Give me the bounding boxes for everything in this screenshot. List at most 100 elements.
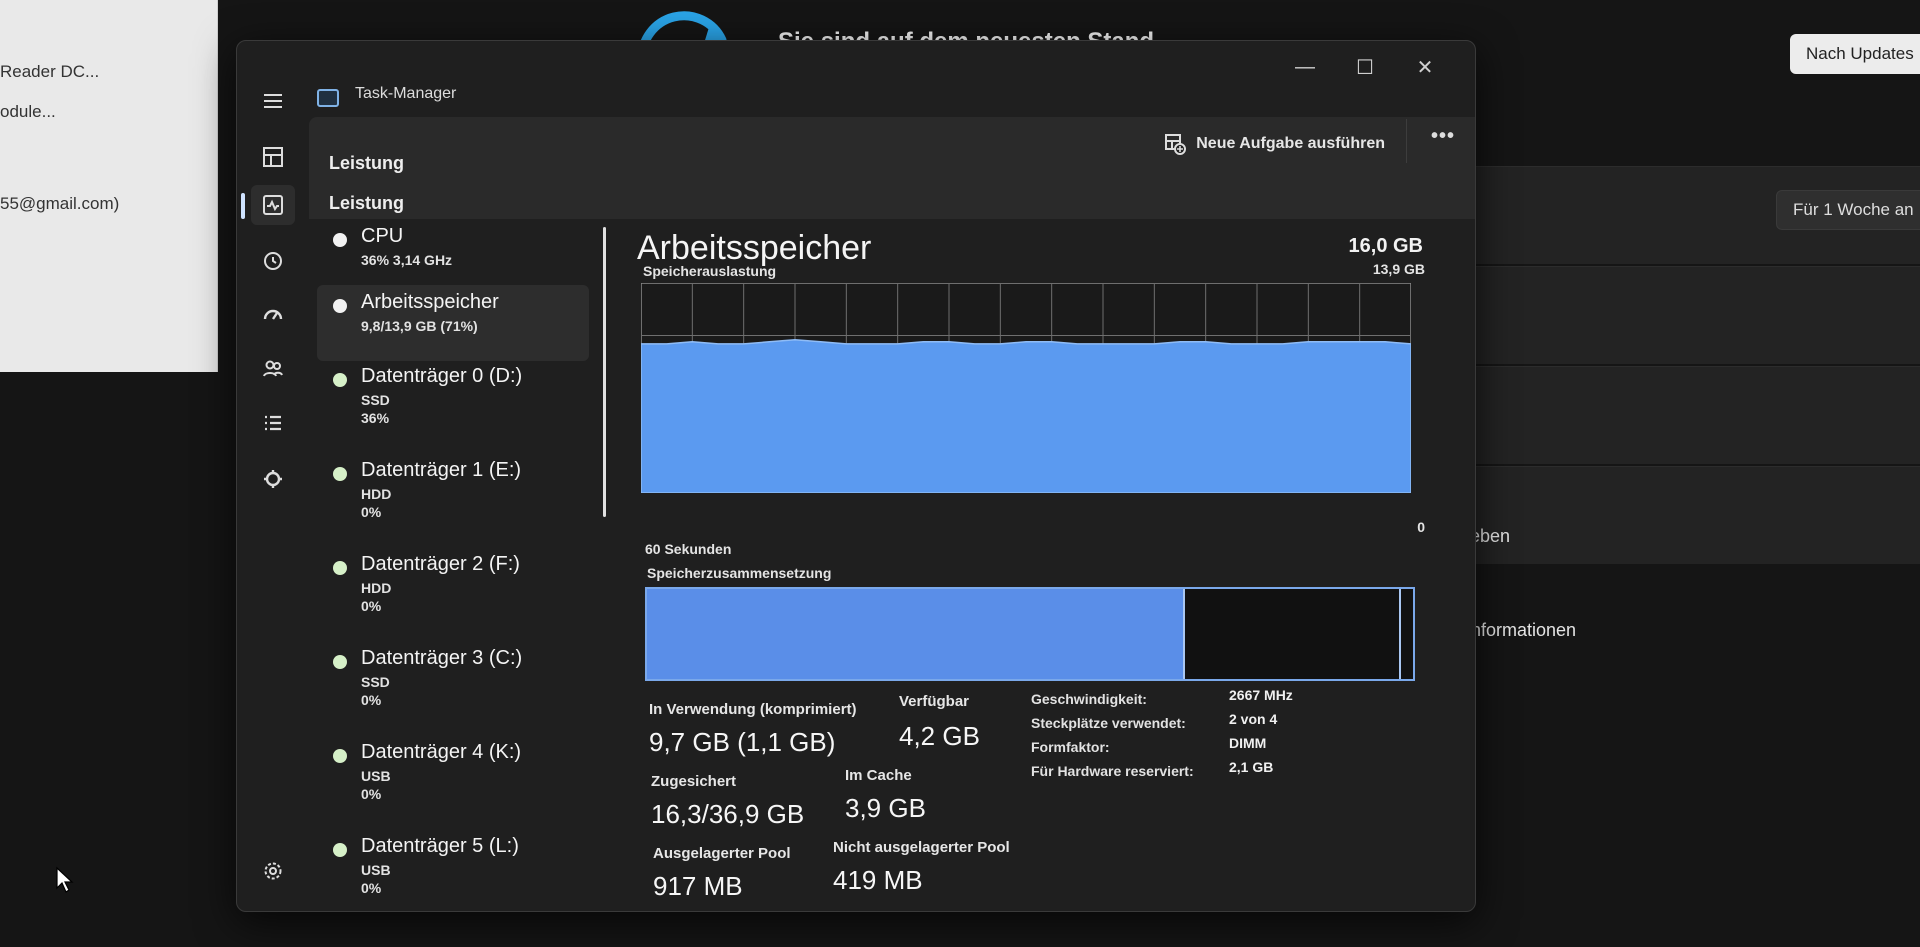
nonpaged-pool-label: Nicht ausgelagerter Pool [833, 839, 1010, 856]
device-name: Datenträger 5 (L:) [361, 835, 519, 857]
composition-divider [1399, 589, 1402, 679]
device-type: SSD [361, 392, 390, 408]
paged-pool-value: 917 MB [653, 871, 743, 901]
in-use-label: In Verwendung (komprimiert) [649, 701, 857, 718]
composition-in-use-segment [647, 589, 1184, 679]
device-status-dot [333, 299, 347, 313]
app-history-icon[interactable] [251, 241, 295, 281]
device-name: CPU [361, 225, 404, 247]
chart-time-label: 60 Sekunden [645, 541, 732, 557]
device-type: USB [361, 862, 391, 878]
committed-value: 16,3/36,9 GB [651, 799, 805, 829]
device-name: Datenträger 1 (E:) [361, 459, 522, 481]
device-item-disk-0[interactable]: Datenträger 0 (D:) SSD 36% [317, 359, 589, 435]
details-icon[interactable] [251, 403, 295, 443]
device-detail: SSD 0% [361, 673, 390, 709]
background-text: 55@gmail.com) [0, 194, 120, 213]
page-title: Leistung [329, 193, 404, 213]
pause-updates-button[interactable]: Für 1 Woche an [1776, 190, 1920, 230]
device-usage: 0% [361, 786, 382, 802]
device-usage: 0% [361, 880, 382, 896]
more-options-button[interactable]: ••• [1431, 125, 1455, 148]
memory-total: 16,0 GB [1348, 235, 1423, 257]
device-status-dot [333, 561, 347, 575]
device-type: HDD [361, 580, 392, 596]
device-detail: HDD 0% [361, 579, 391, 615]
device-type: SSD [361, 674, 390, 690]
maximize-button[interactable]: ☐ [1337, 45, 1393, 89]
check-updates-button[interactable]: Nach Updates [1790, 34, 1920, 74]
window-title: Task-Manager [355, 85, 457, 102]
paged-pool-label: Ausgelagerter Pool [653, 845, 791, 862]
run-new-task-button[interactable]: Neue Aufgabe ausführen [1164, 127, 1385, 161]
processes-icon[interactable] [251, 137, 295, 177]
device-item-cpu[interactable]: CPU 36% 3,14 GHz [317, 219, 589, 295]
device-usage: 36% [361, 410, 390, 426]
device-usage: 0% [361, 504, 382, 520]
device-detail: 36% 3,14 GHz [361, 252, 453, 268]
performance-icon[interactable] [251, 185, 295, 225]
device-list-scrollbar[interactable] [603, 227, 606, 517]
property-label: Für Hardware reserviert: [1031, 763, 1194, 779]
property-label: Formfaktor: [1031, 739, 1110, 755]
run-new-task-label: Neue Aufgabe ausführen [1196, 135, 1385, 152]
hamburger-menu-icon[interactable] [251, 81, 295, 121]
memory-composition-bar [645, 587, 1415, 681]
available-label: Verfügbar [899, 693, 970, 710]
header-separator [1406, 119, 1407, 163]
device-name: Datenträger 0 (D:) [361, 365, 523, 387]
startup-apps-icon[interactable] [251, 295, 295, 335]
property-value: DIMM [1229, 735, 1267, 751]
nonpaged-pool-value: 419 MB [833, 865, 923, 895]
device-detail: HDD 0% [361, 485, 391, 521]
mouse-cursor-icon [56, 866, 74, 893]
committed-label: Zugesichert [651, 773, 737, 790]
users-icon[interactable] [251, 349, 295, 389]
usage-chart-max-label: 13,9 GB [1372, 261, 1425, 277]
property-value: 2,1 GB [1229, 759, 1274, 775]
minimize-button[interactable]: — [1277, 45, 1333, 89]
settings-gear-icon[interactable] [251, 851, 295, 891]
composition-label: Speicherzusammensetzung [647, 565, 832, 581]
property-label: Steckplätze verwendet: [1031, 715, 1186, 731]
device-item-disk-1[interactable]: Datenträger 1 (E:) HDD 0% [317, 453, 589, 529]
cached-value: 3,9 GB [845, 793, 926, 823]
device-status-dot [333, 373, 347, 387]
device-detail: USB 0% [361, 861, 391, 897]
performance-device-list: CPU 36% 3,14 GHz Arbeitsspeicher 9,8/13,… [317, 219, 597, 911]
device-detail: 9,8/13,9 GB (71%) [361, 318, 478, 334]
property-label: Geschwindigkeit: [1031, 691, 1147, 707]
device-item-disk-4[interactable]: Datenträger 4 (K:) USB 0% [317, 735, 589, 811]
device-name: Arbeitsspeicher [361, 291, 499, 313]
background-settings-row [1476, 366, 1920, 464]
device-item-disk-5[interactable]: Datenträger 5 (L:) USB 0% [317, 829, 589, 905]
device-name: Datenträger 3 (C:) [361, 647, 523, 669]
device-usage: 0% [361, 598, 382, 614]
services-icon[interactable] [251, 459, 295, 499]
new-task-icon [1165, 134, 1187, 155]
close-button[interactable]: ✕ [1397, 45, 1453, 89]
device-item-disk-3[interactable]: Datenträger 3 (C:) SSD 0% [317, 641, 589, 717]
device-item-disk-2[interactable]: Datenträger 2 (F:) HDD 0% [317, 547, 589, 623]
navigation-rail [237, 41, 309, 911]
background-row-text: Informationen [1466, 620, 1577, 640]
background-text: Reader DC... [0, 62, 100, 81]
property-value: 2 von 4 [1229, 711, 1278, 727]
device-status-dot [333, 655, 347, 669]
memory-usage-chart [641, 283, 1411, 493]
background-left-panel: Reader DC... odule... 55@gmail.com) [0, 0, 218, 372]
composition-divider [1183, 589, 1186, 679]
chart-min-label: 0 [1417, 519, 1425, 535]
device-item-memory[interactable]: Arbeitsspeicher 9,8/13,9 GB (71%) [317, 285, 589, 361]
property-value: 2667 MHz [1229, 687, 1293, 703]
device-status-dot [333, 233, 347, 247]
usage-chart-label: Speicherauslastung [643, 263, 777, 279]
usage-area [641, 338, 1411, 493]
device-name: Datenträger 2 (F:) [361, 553, 520, 575]
background-settings-row [1476, 466, 1920, 564]
background-settings-row [1476, 266, 1920, 364]
in-use-value: 9,7 GB (1,1 GB) [649, 727, 836, 757]
device-status-dot [333, 467, 347, 481]
device-status-dot [333, 843, 347, 857]
device-detail: SSD 36% [361, 391, 390, 427]
